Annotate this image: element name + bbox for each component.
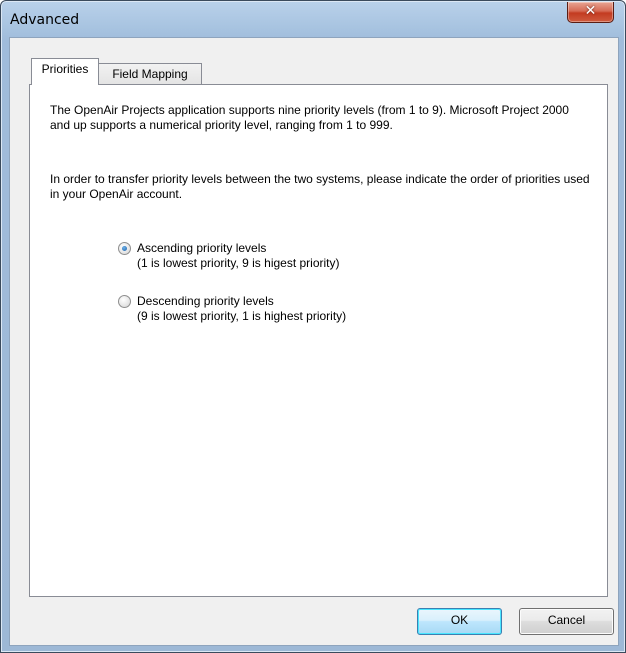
ascending-radio[interactable] — [118, 242, 131, 255]
close-icon: ✕ — [584, 3, 597, 19]
descending-label[interactable]: Descending priority levels — [137, 294, 274, 309]
advanced-dialog: Advanced ✕ Priorities Field Mapping The … — [0, 0, 626, 653]
ok-button[interactable]: OK — [417, 608, 502, 635]
window-title: Advanced — [10, 12, 80, 28]
cancel-button[interactable]: Cancel — [519, 608, 614, 635]
title-bar[interactable]: Advanced ✕ — [1, 1, 625, 37]
instruction-text: In order to transfer priority levels bet… — [50, 172, 590, 201]
close-button[interactable]: ✕ — [567, 2, 614, 23]
descending-radio[interactable] — [118, 295, 131, 308]
ascending-detail: (1 is lowest priority, 9 is higest prior… — [137, 256, 340, 270]
priorities-panel: The OpenAir Projects application support… — [29, 84, 608, 597]
ascending-label[interactable]: Ascending priority levels — [137, 241, 266, 256]
tab-field-mapping[interactable]: Field Mapping — [98, 63, 202, 85]
intro-text: The OpenAir Projects application support… — [50, 103, 569, 132]
descending-detail: (9 is lowest priority, 1 is highest prio… — [137, 309, 347, 323]
tab-priorities[interactable]: Priorities — [31, 58, 99, 85]
